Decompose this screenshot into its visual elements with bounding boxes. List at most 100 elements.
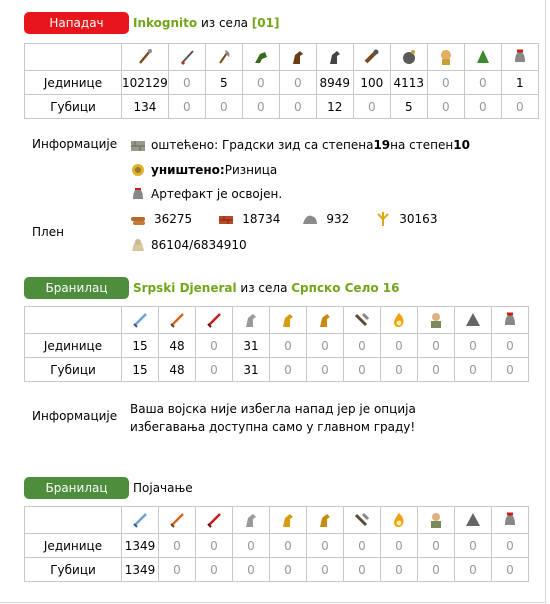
attacker-units-row: Јединице 102129 0 5 0 0 8949 100 4113 0 … (24, 70, 539, 95)
loss-count: 134 (121, 94, 169, 119)
loss-count: 0 (278, 94, 317, 119)
units-label: Јединице (24, 333, 122, 358)
unit-count: 0 (278, 70, 317, 95)
sword-icon (133, 313, 147, 328)
wizard-hat-icon (466, 313, 480, 326)
info-damage-line: оштећено: Градски зид са степена 19 на с… (130, 137, 470, 153)
iron-icon (303, 215, 318, 224)
unit-count: 0 (195, 533, 233, 558)
unit-count: 0 (232, 533, 270, 558)
loot-resources: 36275 18734 932 30163 (130, 211, 455, 227)
sword-icon (133, 513, 147, 528)
axeman-icon (218, 50, 230, 64)
helmet-icon (505, 512, 515, 525)
unit-count: 0 (380, 533, 418, 558)
nobleman-icon (476, 50, 489, 63)
unit-count: 0 (454, 533, 492, 558)
unit-count: 0 (306, 533, 344, 558)
defender-heading: Srpski Djeneral из села Српско Село 16 (133, 281, 399, 295)
settler-icon (431, 313, 441, 328)
losses-label: Губици (24, 357, 122, 382)
attacker-losses-row: Губици 134 0 0 0 0 12 0 5 0 0 0 (24, 94, 539, 119)
defender-badge: Бранилац (24, 277, 129, 299)
ram-head-icon (354, 312, 370, 327)
loss-count: 0 (491, 557, 529, 582)
loot-carry: 86104/6834910 (130, 237, 247, 253)
defender-icon-row (24, 306, 529, 334)
loss-count: 5 (389, 94, 428, 119)
wood-icon (131, 217, 145, 225)
loot-label: Плен (32, 225, 64, 239)
unit-count: 0 (269, 533, 307, 558)
loss-count: 31 (232, 357, 270, 382)
attacker-heading: Inkognito из села [01] (133, 16, 279, 30)
loss-count: 12 (315, 94, 354, 119)
unit-count: 0 (343, 533, 381, 558)
unit-count: 4113 (389, 70, 428, 95)
unit-count: 48 (158, 333, 196, 358)
unit-count: 8949 (315, 70, 354, 95)
loss-count: 0 (269, 557, 307, 582)
unit-count: 0 (491, 533, 529, 558)
unit-count: 0 (463, 70, 502, 95)
attacker-player-link[interactable]: Inkognito (133, 16, 197, 30)
loss-count: 0 (454, 557, 492, 582)
attacker-troops-table: Јединице 102129 0 5 0 0 8949 100 4113 0 … (24, 43, 539, 119)
reinforcement-icon-row (24, 506, 529, 534)
reinforcement-units-row: Јединице 1349 0 0 0 0 0 0 0 0 0 0 (24, 533, 529, 558)
loss-count: 0 (454, 357, 492, 382)
reinforcement-troops-table: Јединице 1349 0 0 0 0 0 0 0 0 0 0 Губици… (24, 506, 529, 582)
unit-count: 15 (121, 333, 159, 358)
gold-horse-icon (320, 514, 330, 527)
spear-icon (170, 313, 184, 328)
gold-horse-icon (283, 514, 293, 527)
loss-count: 0 (241, 94, 280, 119)
unit-count: 0 (454, 333, 492, 358)
horse-icon (246, 314, 256, 327)
treasury-icon (132, 164, 144, 176)
scout-icon (254, 52, 267, 63)
unit-count: 0 (417, 333, 455, 358)
loss-count: 0 (195, 357, 233, 382)
light-cavalry-icon (292, 51, 303, 64)
defender-info-label: Информације (32, 409, 118, 423)
defender-info-text: Ваша војска није избегла напад јер је оп… (130, 402, 416, 434)
unit-count: 0 (195, 333, 233, 358)
info-destroyed-line: уништено: Ризница (130, 162, 277, 178)
defender-troops-table: Јединице 15 48 0 31 0 0 0 0 0 0 0 Губици… (24, 306, 529, 382)
gold-horse-icon (283, 314, 293, 327)
units-label: Јединице (24, 533, 122, 558)
unit-count: 1 (500, 70, 539, 95)
loss-count: 0 (380, 557, 418, 582)
settler-icon (431, 513, 441, 528)
attacker-header: Нападач Inkognito из села [01] (24, 12, 279, 34)
fire-icon (394, 513, 404, 527)
loss-count: 0 (463, 94, 502, 119)
spear-icon (170, 513, 184, 528)
units-label: Јединице (24, 70, 122, 95)
fire-icon (394, 313, 404, 327)
unit-count: 1349 (121, 533, 159, 558)
attacker-badge: Нападач (24, 12, 129, 34)
loot-iron: 932 (326, 212, 350, 226)
unit-count: 0 (167, 70, 206, 95)
unit-count: 0 (343, 333, 381, 358)
info-label: Информације (32, 137, 118, 151)
loss-count: 0 (380, 357, 418, 382)
unit-count: 31 (232, 333, 270, 358)
defender-units-row: Јединице 15 48 0 31 0 0 0 0 0 0 0 (24, 333, 529, 358)
loss-count: 0 (306, 557, 344, 582)
ram-head-icon (354, 512, 370, 527)
defender-village-link[interactable]: Српско Село 16 (291, 281, 399, 295)
unit-count: 0 (269, 333, 307, 358)
loss-count: 0 (500, 94, 539, 119)
clay-icon (219, 216, 234, 224)
reinforcement-badge: Бранилац (24, 477, 129, 499)
catapult-icon (402, 50, 415, 64)
defender-player-link[interactable]: Srpski Djeneral (133, 281, 237, 295)
blade-icon (207, 513, 221, 528)
attacker-village-link[interactable]: [01] (252, 16, 280, 30)
ram-icon (364, 49, 379, 64)
loss-count: 0 (352, 94, 391, 119)
loss-count: 0 (204, 94, 243, 119)
